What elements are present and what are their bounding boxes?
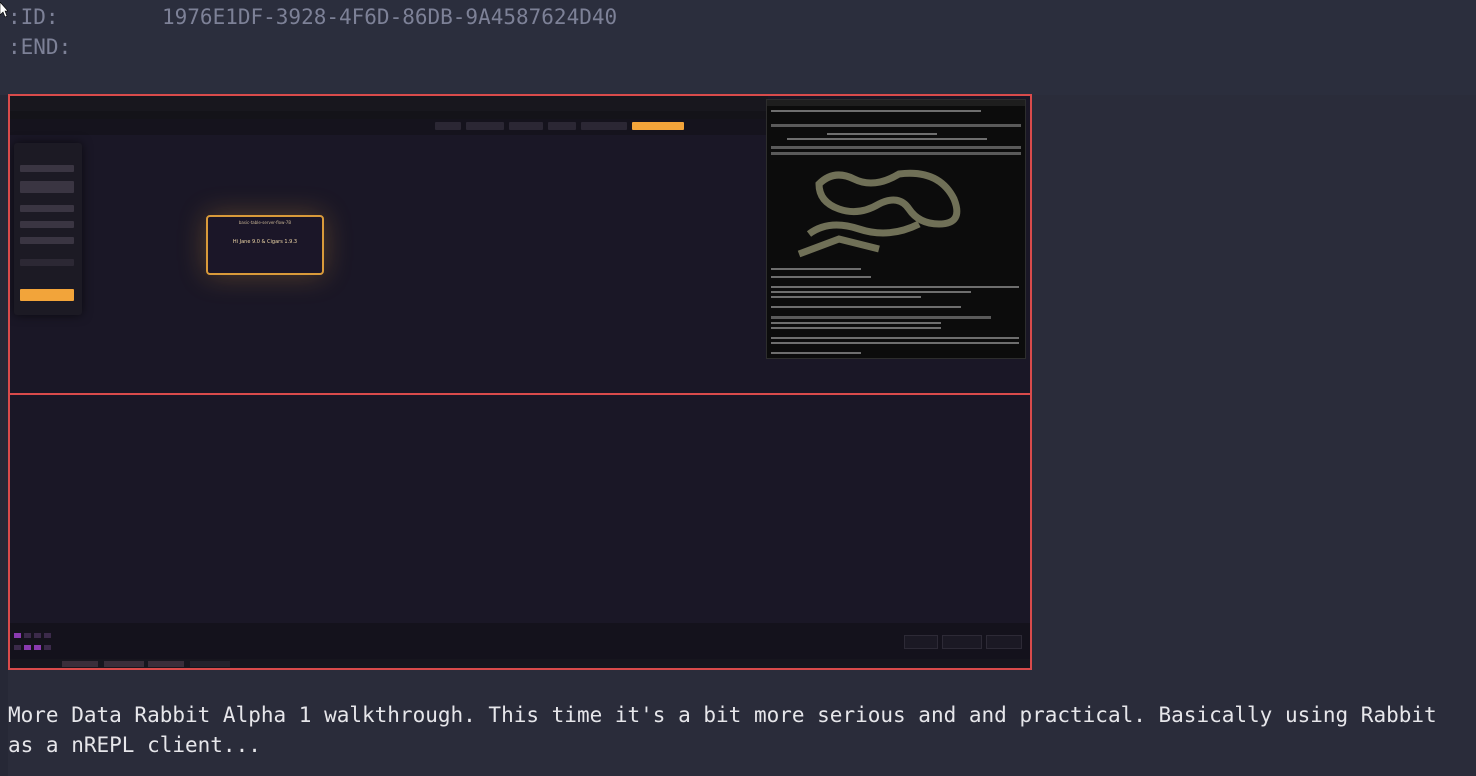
end-property-key: :END: (8, 35, 72, 59)
end-property-line: :END: (8, 34, 71, 60)
editor-gutter (0, 0, 8, 776)
org-properties-drawer: :ID: 1976E1DF-3928-4F6D-86DB-9A4587624D40… (0, 0, 1476, 95)
screenshot-outline-top (8, 94, 1032, 395)
entry-description: More Data Rabbit Alpha 1 walkthrough. Th… (8, 703, 1450, 757)
mouse-cursor-icon (0, 2, 8, 18)
screenshot-outline-bottom (8, 393, 1032, 670)
id-property-key: :ID: (8, 5, 59, 29)
id-property-line: :ID: 1976E1DF-3928-4F6D-86DB-9A4587624D40 (8, 4, 617, 30)
id-property-value: 1976E1DF-3928-4F6D-86DB-9A4587624D40 (162, 5, 618, 29)
